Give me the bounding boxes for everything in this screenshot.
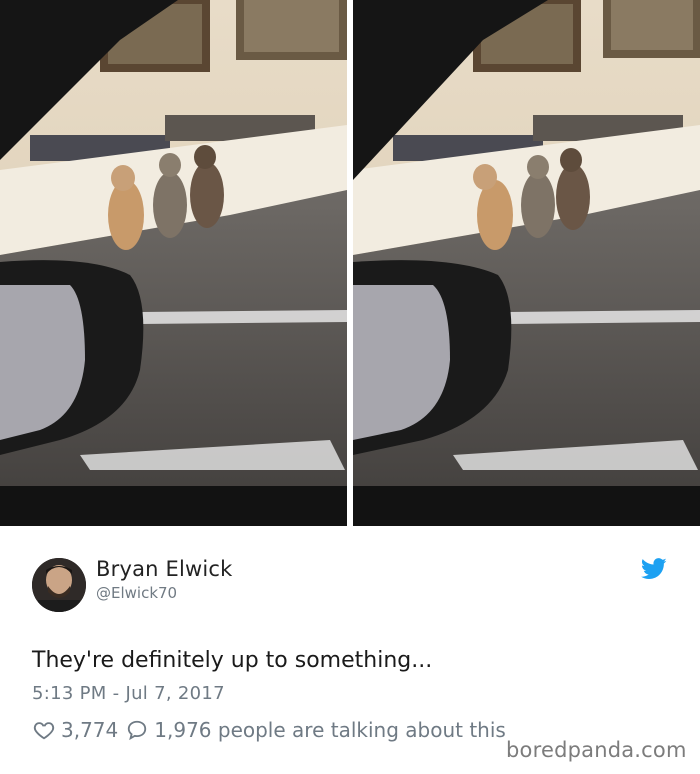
tweet-photo-grid (0, 0, 700, 527)
like-count[interactable]: 3,774 (61, 718, 118, 742)
speech-bubble-icon[interactable] (126, 719, 148, 741)
author-handle[interactable]: @Elwick70 (96, 584, 177, 602)
photo-cats-right[interactable] (353, 0, 700, 526)
twitter-bird-icon[interactable] (641, 558, 669, 582)
photo-cats-left[interactable] (0, 0, 347, 526)
watermark: boredpanda.com (506, 738, 687, 762)
tweet-text: They're definitely up to something... (32, 648, 433, 673)
author-name[interactable]: Bryan Elwick (96, 557, 233, 581)
tweet-timestamp[interactable]: 5:13 PM - Jul 7, 2017 (32, 683, 225, 704)
tweet-stats: 3,774 1,976 people are talking about thi… (33, 718, 506, 742)
conversation-summary[interactable]: 1,976 people are talking about this (154, 718, 506, 742)
heart-outline-icon[interactable] (33, 719, 55, 741)
author-avatar[interactable] (32, 558, 86, 612)
